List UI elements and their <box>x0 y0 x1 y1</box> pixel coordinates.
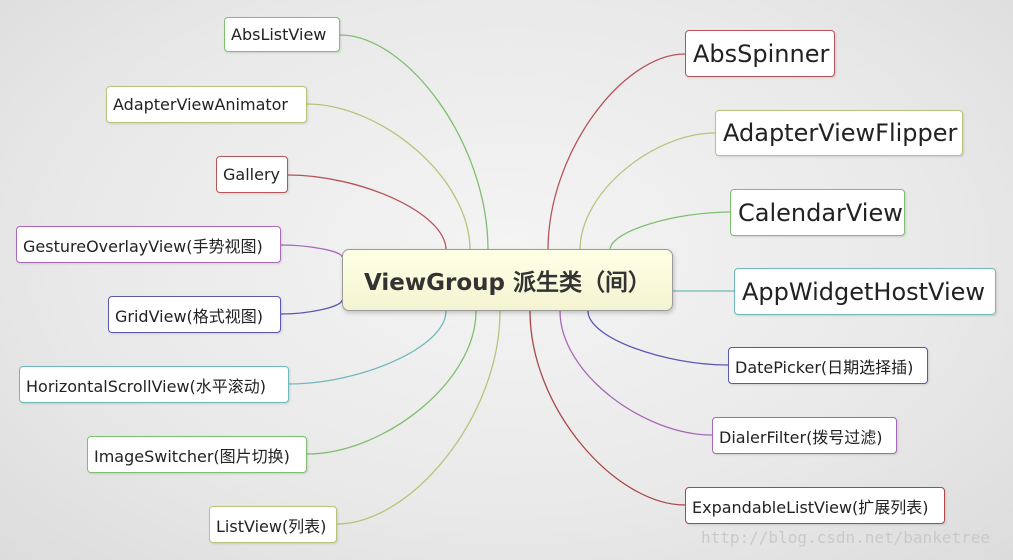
connector-left-0 <box>339 34 489 251</box>
connector-right-6 <box>529 310 686 506</box>
node-calendarview[interactable]: CalendarView <box>730 189 905 236</box>
connector-left-5 <box>288 310 447 385</box>
connector-left-4 <box>280 299 343 315</box>
mindmap-canvas: ViewGroup 派生类（间） AbsListView AdapterView… <box>0 0 1013 560</box>
node-gestureoverlayview[interactable]: GestureOverlayView(手势视图) <box>16 226 281 263</box>
connector-right-1 <box>579 132 716 251</box>
connector-left-3 <box>280 244 343 258</box>
connector-left-7 <box>336 310 501 525</box>
node-listview[interactable]: ListView(列表) <box>209 506 337 543</box>
node-appwidgethostview[interactable]: AppWidgetHostView <box>734 268 996 315</box>
node-absspinner[interactable]: AbsSpinner <box>685 30 835 77</box>
node-gallery[interactable]: Gallery <box>216 156 288 193</box>
node-imageswitcher[interactable]: ImageSwitcher(图片切换) <box>87 436 307 473</box>
central-topic-viewgroup[interactable]: ViewGroup 派生类（间） <box>342 249 673 311</box>
node-datepicker[interactable]: DatePicker(日期选择插) <box>728 347 928 384</box>
node-gridview[interactable]: GridView(格式视图) <box>108 296 281 333</box>
connector-right-2 <box>609 211 731 251</box>
node-adapterviewanimator[interactable]: AdapterViewAnimator <box>106 86 307 123</box>
node-horizontalscrollview[interactable]: HorizontalScrollView(水平滚动) <box>19 366 289 403</box>
connector-right-4 <box>587 310 729 366</box>
connector-left-1 <box>306 103 471 251</box>
node-dialerfilter[interactable]: DialerFilter(拨号过滤) <box>712 417 897 454</box>
node-expandablelistview[interactable]: ExpandableListView(扩展列表) <box>685 487 945 524</box>
connector-left-2 <box>287 174 447 251</box>
connector-right-0 <box>547 53 686 251</box>
watermark-url: http://blog.csdn.net/banketree <box>701 528 990 547</box>
node-abslistview[interactable]: AbsListView <box>224 17 340 52</box>
connector-left-6 <box>306 310 477 455</box>
node-adapterviewflipper[interactable]: AdapterViewFlipper <box>715 110 963 156</box>
connector-right-5 <box>559 310 713 436</box>
